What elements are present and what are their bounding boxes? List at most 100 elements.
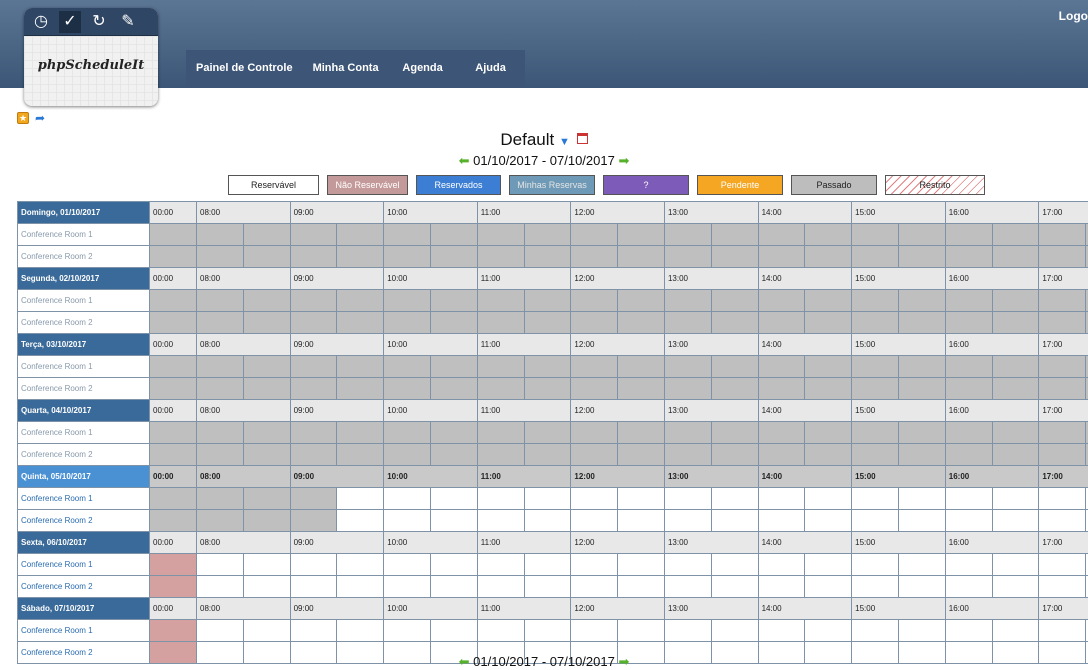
slot-cell[interactable] <box>898 576 945 598</box>
nav-painel-de-controle[interactable]: Painel de Controle <box>186 50 303 88</box>
next-week-arrow-icon[interactable]: ➡ <box>618 654 629 669</box>
slot-cell[interactable] <box>430 510 477 532</box>
prev-week-arrow-icon[interactable]: ⬅ <box>459 654 470 669</box>
slot-cell[interactable] <box>290 576 337 598</box>
slot-cell[interactable] <box>711 554 758 576</box>
slot-cell[interactable] <box>664 576 711 598</box>
slot-cell[interactable] <box>805 488 852 510</box>
slot-cell[interactable] <box>290 620 337 642</box>
slot-cell[interactable] <box>384 554 431 576</box>
slot-cell[interactable] <box>852 554 899 576</box>
slot-cell[interactable] <box>992 510 1039 532</box>
next-week-arrow-icon[interactable]: ➡ <box>618 153 629 168</box>
resource-name[interactable]: Conference Room 1 <box>18 488 150 510</box>
slot-cell[interactable] <box>337 620 384 642</box>
slot-cell[interactable] <box>430 488 477 510</box>
slot-cell[interactable] <box>618 554 665 576</box>
slot-cell[interactable] <box>664 510 711 532</box>
slot-cell[interactable] <box>524 510 571 532</box>
slot-cell[interactable] <box>477 576 524 598</box>
resource-name[interactable]: Conference Room 2 <box>18 576 150 598</box>
slot-cell[interactable] <box>898 488 945 510</box>
slot-cell[interactable] <box>1039 620 1086 642</box>
resource-name[interactable]: Conference Room 2 <box>18 510 150 532</box>
slot-cell[interactable] <box>1039 510 1086 532</box>
slot-cell[interactable] <box>945 488 992 510</box>
slot-cell[interactable] <box>758 620 805 642</box>
slot-cell[interactable] <box>384 488 431 510</box>
slot-cell[interactable] <box>945 554 992 576</box>
slot-cell[interactable] <box>524 620 571 642</box>
slot-cell[interactable] <box>664 620 711 642</box>
slot-cell[interactable] <box>197 576 244 598</box>
slot-cell[interactable] <box>384 576 431 598</box>
slot-cell[interactable] <box>524 488 571 510</box>
slot-cell[interactable] <box>430 620 477 642</box>
slot-cell[interactable] <box>992 554 1039 576</box>
slot-cell[interactable] <box>524 576 571 598</box>
nav-agenda[interactable]: Agenda <box>389 50 457 88</box>
slot-cell[interactable] <box>337 554 384 576</box>
slot-cell[interactable] <box>992 620 1039 642</box>
slot-cell[interactable] <box>664 554 711 576</box>
prev-week-arrow-icon[interactable]: ⬅ <box>459 153 470 168</box>
slot-cell[interactable] <box>992 576 1039 598</box>
slot-cell[interactable] <box>1039 576 1086 598</box>
slot-cell[interactable] <box>1039 488 1086 510</box>
slot-cell[interactable] <box>618 576 665 598</box>
logout-link[interactable]: Logo <box>1059 9 1088 23</box>
slot-cell[interactable] <box>1039 554 1086 576</box>
slot-cell[interactable] <box>805 510 852 532</box>
slot-cell[interactable] <box>711 510 758 532</box>
resource-name[interactable]: Conference Room 1 <box>18 620 150 642</box>
slot-cell[interactable] <box>805 554 852 576</box>
slot-cell[interactable] <box>758 554 805 576</box>
slot-cell[interactable] <box>758 576 805 598</box>
slot-cell[interactable] <box>852 510 899 532</box>
slot-cell[interactable] <box>758 510 805 532</box>
slot-cell[interactable] <box>571 510 618 532</box>
slot-cell[interactable] <box>852 488 899 510</box>
slot-cell[interactable] <box>197 554 244 576</box>
slot-cell[interactable] <box>805 576 852 598</box>
nav-minha-conta[interactable]: Minha Conta <box>303 50 389 88</box>
chevron-down-icon[interactable]: ▼ <box>559 136 570 148</box>
slot-cell[interactable] <box>477 554 524 576</box>
slot-cell[interactable] <box>571 554 618 576</box>
slot-cell[interactable] <box>711 620 758 642</box>
slot-cell[interactable] <box>805 620 852 642</box>
slot-cell[interactable] <box>898 554 945 576</box>
slot-cell[interactable] <box>477 510 524 532</box>
slot-cell[interactable] <box>711 488 758 510</box>
slot-cell[interactable] <box>618 510 665 532</box>
slot-cell[interactable] <box>898 510 945 532</box>
slot-cell[interactable] <box>384 620 431 642</box>
slot-cell[interactable] <box>898 620 945 642</box>
share-arrow-icon[interactable]: ➦ <box>33 111 47 125</box>
slot-cell[interactable] <box>758 488 805 510</box>
slot-cell[interactable] <box>664 488 711 510</box>
resource-name[interactable]: Conference Room 1 <box>18 554 150 576</box>
slot-cell[interactable] <box>430 576 477 598</box>
slot-cell[interactable] <box>430 554 477 576</box>
slot-cell[interactable] <box>852 576 899 598</box>
slot-cell[interactable] <box>337 510 384 532</box>
slot-cell[interactable] <box>477 488 524 510</box>
slot-cell[interactable] <box>290 554 337 576</box>
slot-cell[interactable] <box>618 488 665 510</box>
slot-cell[interactable] <box>477 620 524 642</box>
slot-cell[interactable] <box>945 620 992 642</box>
calendar-icon[interactable] <box>577 133 588 144</box>
slot-cell[interactable] <box>524 554 571 576</box>
slot-cell[interactable] <box>571 620 618 642</box>
slot-cell[interactable] <box>992 488 1039 510</box>
slot-cell[interactable] <box>571 488 618 510</box>
slot-cell[interactable] <box>571 576 618 598</box>
slot-cell[interactable] <box>243 554 290 576</box>
slot-cell[interactable] <box>337 576 384 598</box>
slot-cell[interactable] <box>243 620 290 642</box>
slot-cell[interactable] <box>945 510 992 532</box>
nav-ajuda[interactable]: Ajuda <box>457 50 525 88</box>
slot-cell[interactable] <box>243 576 290 598</box>
favorite-star-icon[interactable]: ★ <box>17 112 29 124</box>
